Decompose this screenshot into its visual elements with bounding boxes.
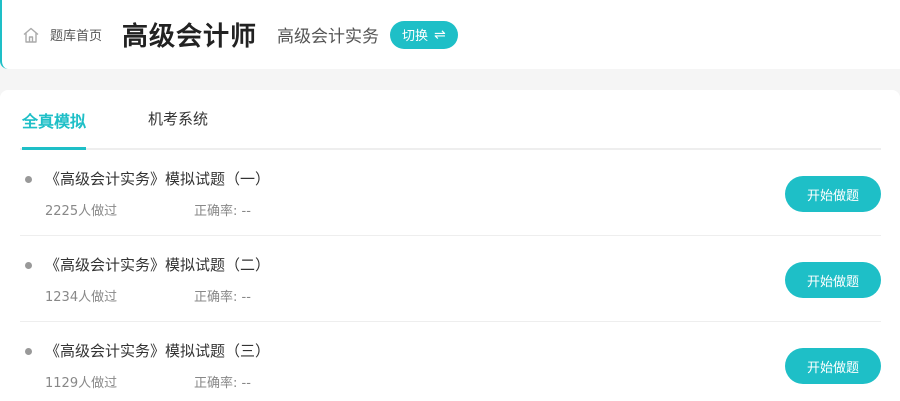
start-button[interactable]: 开始做题 — [785, 262, 881, 298]
home-icon — [23, 27, 39, 43]
start-button[interactable]: 开始做题 — [785, 176, 881, 212]
accuracy: 正确率: -- — [194, 204, 251, 219]
exam-title[interactable]: 《高级会计实务》模拟试题（二） — [45, 254, 270, 275]
swap-arrows-icon: ⇌ — [434, 26, 446, 43]
home-label: 题库首页 — [50, 29, 103, 44]
start-button[interactable]: 开始做题 — [785, 348, 881, 384]
bullet-icon — [25, 176, 32, 183]
done-count: 1129人做过 — [45, 376, 118, 391]
tab-computer-exam[interactable]: 机考系统 — [148, 108, 208, 148]
done-count: 1234人做过 — [45, 290, 118, 305]
exam-title[interactable]: 《高级会计实务》模拟试题（三） — [45, 340, 270, 361]
top-header: 题库首页 高级会计师 高级会计实务 切换 ⇌ — [0, 0, 900, 69]
exam-title[interactable]: 《高级会计实务》模拟试题（一） — [45, 168, 270, 189]
switch-button[interactable]: 切换 ⇌ — [390, 20, 458, 49]
done-count: 2225人做过 — [45, 204, 118, 219]
accuracy: 正确率: -- — [194, 376, 251, 391]
exam-row: 《高级会计实务》模拟试题（二） 1234人做过 正确率: -- 开始做题 — [20, 236, 881, 322]
tab-bar: 全真模拟 机考系统 — [20, 90, 881, 150]
home-link[interactable]: 题库首页 — [22, 25, 102, 44]
exam-row: 《高级会计实务》模拟试题（一） 2225人做过 正确率: -- 开始做题 — [20, 150, 881, 236]
subject-name: 高级会计实务 — [277, 27, 380, 47]
page-title: 高级会计师 — [122, 22, 258, 52]
accuracy: 正确率: -- — [194, 290, 251, 305]
bullet-icon — [25, 262, 32, 269]
switch-label: 切换 — [402, 29, 429, 44]
tab-full-simulation[interactable]: 全真模拟 — [22, 108, 87, 150]
exam-card: 全真模拟 机考系统 《高级会计实务》模拟试题（一） 2225人做过 正确率: -… — [0, 90, 900, 401]
bullet-icon — [25, 348, 32, 355]
exam-row: 《高级会计实务》模拟试题（三） 1129人做过 正确率: -- 开始做题 — [20, 322, 881, 401]
